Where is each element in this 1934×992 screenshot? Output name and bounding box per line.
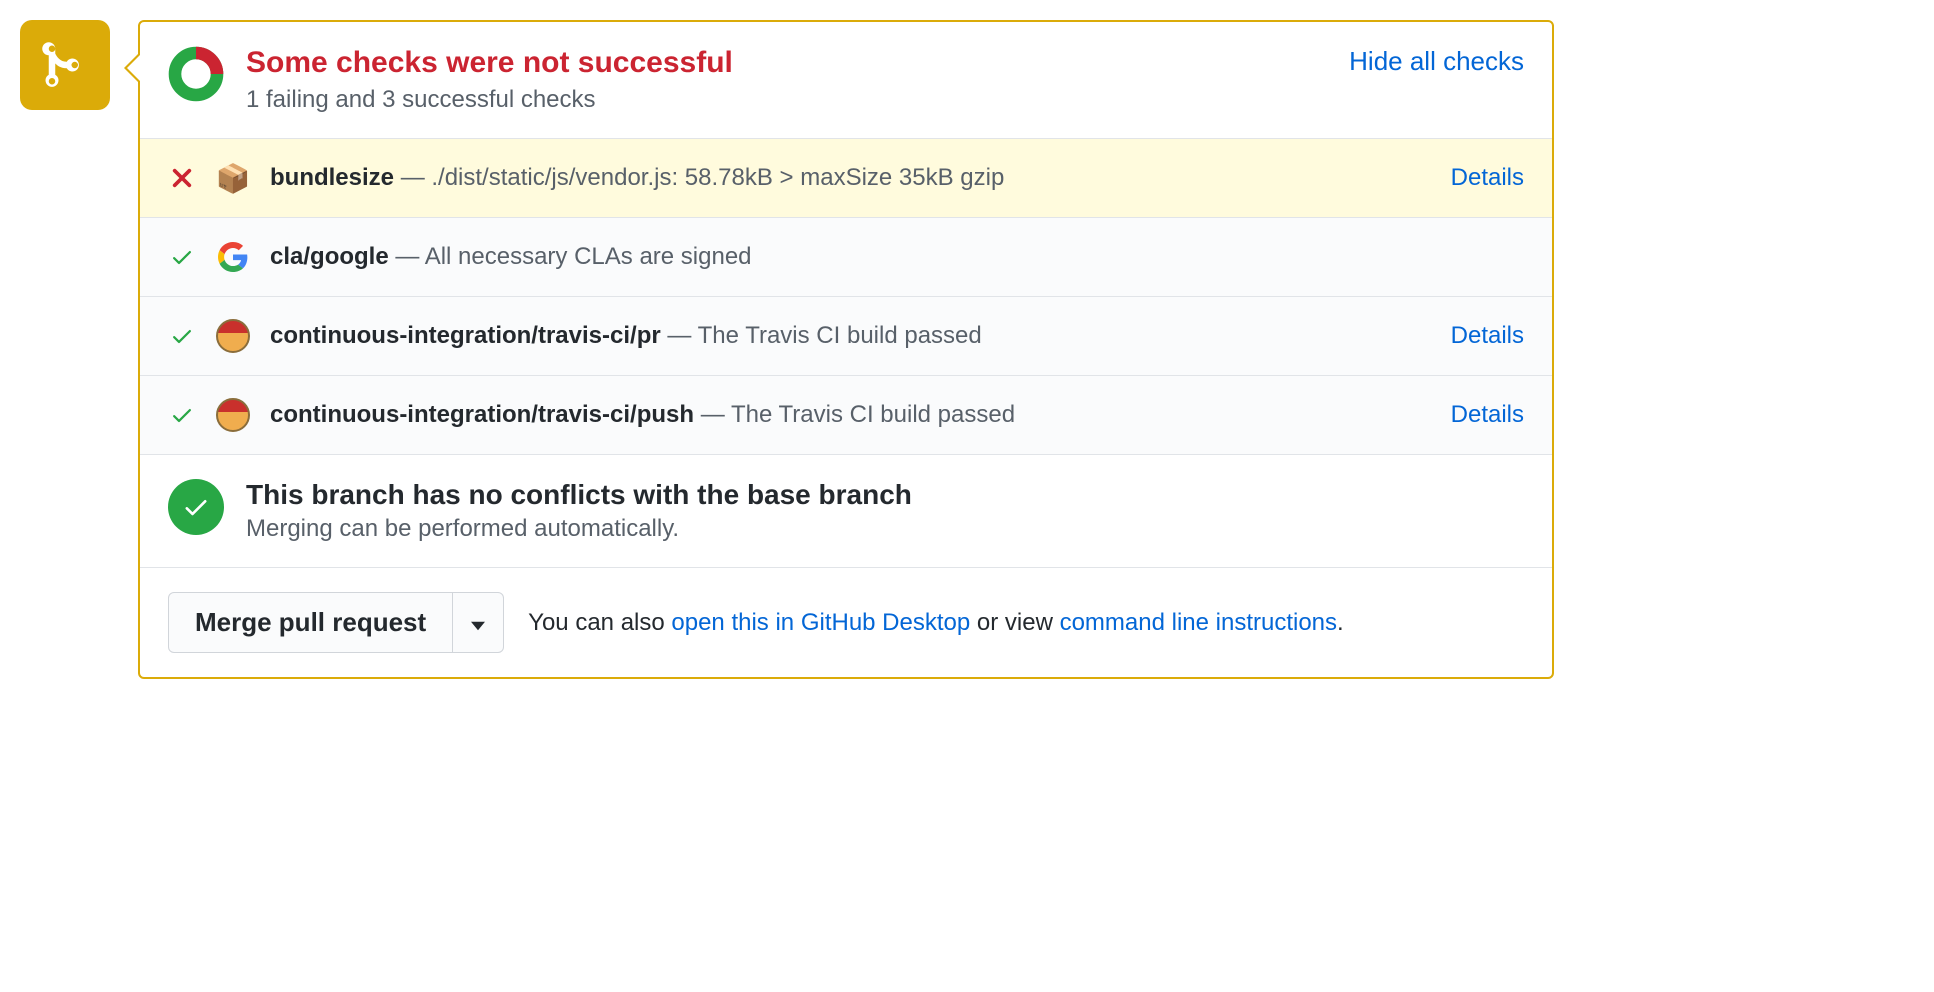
check-desc: All necessary CLAs are signed: [425, 243, 752, 270]
merge-dropdown-button[interactable]: [453, 592, 504, 653]
caret-down-icon: [471, 621, 485, 631]
check-row: continuous-integration/travis-ci/pr — Th…: [140, 297, 1552, 376]
check-icon: [168, 324, 196, 348]
status-donut-icon: [168, 46, 224, 102]
merge-actions: Merge pull request You can also open thi…: [140, 568, 1552, 677]
check-desc: The Travis CI build passed: [731, 401, 1015, 428]
check-sep: —: [661, 322, 698, 349]
check-desc: The Travis CI build passed: [698, 322, 982, 349]
check-name: continuous-integration/travis-ci/push: [270, 401, 694, 428]
checks-summary-title: Some checks were not successful: [246, 46, 1327, 80]
checks-summary: Some checks were not successful 1 failin…: [140, 22, 1552, 139]
check-icon: [168, 245, 196, 269]
check-desc: ./dist/static/js/vendor.js: 58.78kB > ma…: [431, 164, 1004, 191]
merge-note-prefix: You can also: [528, 609, 671, 636]
hide-all-checks-link[interactable]: Hide all checks: [1349, 46, 1524, 77]
conflict-title: This branch has no conflicts with the ba…: [246, 479, 912, 511]
check-details-link[interactable]: Details: [1451, 401, 1524, 429]
check-name: cla/google: [270, 243, 389, 270]
git-merge-icon: [39, 39, 91, 91]
x-icon: [168, 167, 196, 189]
check-sep: —: [389, 243, 425, 270]
check-row: 📦 bundlesize — ./dist/static/js/vendor.js…: [140, 139, 1552, 218]
check-icon: [182, 493, 210, 521]
check-sep: —: [394, 164, 431, 191]
check-sep: —: [694, 401, 731, 428]
success-circle-icon: [168, 479, 224, 535]
open-github-desktop-link[interactable]: open this in GitHub Desktop: [671, 609, 970, 636]
merge-timeline-badge: [20, 20, 110, 110]
check-text: continuous-integration/travis-ci/push — …: [270, 401, 1431, 429]
google-icon: [216, 240, 250, 274]
travis-icon: [216, 319, 250, 353]
check-name: continuous-integration/travis-ci/pr: [270, 322, 661, 349]
check-text: bundlesize — ./dist/static/js/vendor.js:…: [270, 164, 1431, 192]
package-icon: 📦: [216, 161, 250, 195]
check-row: continuous-integration/travis-ci/push — …: [140, 376, 1552, 455]
travis-icon: [216, 398, 250, 432]
merge-pull-request-button[interactable]: Merge pull request: [168, 592, 453, 653]
check-details-link[interactable]: Details: [1451, 322, 1524, 350]
merge-note-suffix: .: [1337, 609, 1344, 636]
check-row: cla/google — All necessary CLAs are sign…: [140, 218, 1552, 297]
command-line-instructions-link[interactable]: command line instructions: [1060, 609, 1337, 636]
conflict-status: This branch has no conflicts with the ba…: [140, 455, 1552, 568]
check-icon: [168, 403, 196, 427]
check-details-link[interactable]: Details: [1451, 164, 1524, 192]
check-text: continuous-integration/travis-ci/pr — Th…: [270, 322, 1431, 350]
check-text: cla/google — All necessary CLAs are sign…: [270, 243, 1524, 271]
merge-note-mid: or view: [970, 609, 1059, 636]
checks-summary-subtitle: 1 failing and 3 successful checks: [246, 86, 1327, 114]
check-name: bundlesize: [270, 164, 394, 191]
merge-note: You can also open this in GitHub Desktop…: [528, 609, 1344, 637]
conflict-subtitle: Merging can be performed automatically.: [246, 515, 912, 543]
merge-status-panel: Some checks were not successful 1 failin…: [138, 20, 1554, 679]
